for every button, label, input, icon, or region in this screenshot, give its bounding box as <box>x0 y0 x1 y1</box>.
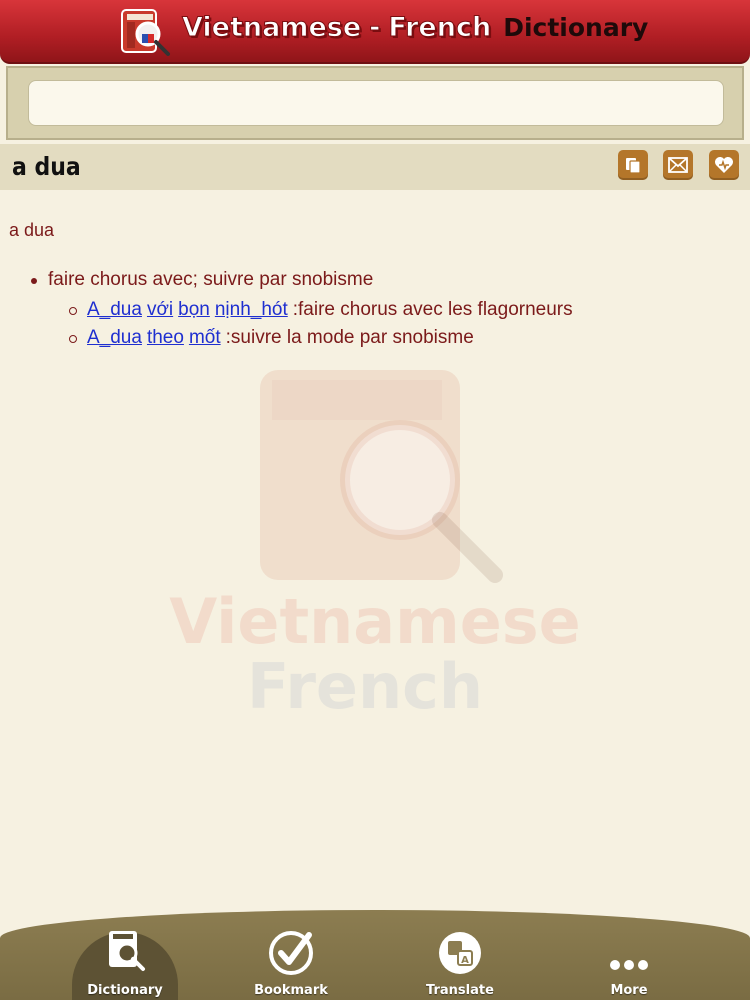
example-word-link[interactable]: nịnh_hót <box>215 299 288 320</box>
tab-label: Translate <box>426 983 494 998</box>
example-item: A_dua theo mốt:suivre la mode par snobisme <box>69 324 738 352</box>
tab-more[interactable]: More <box>574 910 684 1000</box>
title-language-2: French <box>388 12 492 44</box>
more-dots-icon <box>610 960 648 970</box>
example-word-link[interactable]: theo <box>147 327 184 348</box>
definition-content: Vietnamese French a dua faire chorus ave… <box>0 190 750 910</box>
email-button[interactable] <box>663 150 693 180</box>
bottom-tab-bar: Dictionary Bookmark A Translate More <box>0 910 750 1000</box>
example-translation: :suivre la mode par snobisme <box>225 327 474 348</box>
dictionary-logo-icon <box>121 9 170 56</box>
search-bar <box>6 66 744 140</box>
example-word-link[interactable]: A_dua <box>87 299 142 320</box>
dictionary-icon <box>109 931 145 971</box>
search-input[interactable] <box>28 80 724 126</box>
word-title: a dua <box>12 152 81 181</box>
example-translation: :faire chorus avec les flagorneurs <box>292 299 573 320</box>
example-word-link[interactable]: với <box>147 299 173 320</box>
tab-translate[interactable]: A Translate <box>405 910 515 1000</box>
app-header: Vietnamese - French Dictionary <box>0 0 750 64</box>
svg-text:A: A <box>461 955 469 966</box>
heart-icon <box>715 157 733 173</box>
watermark-book-icon <box>260 370 503 583</box>
definition-list: faire chorus avec; suivre par snobisme A… <box>31 268 738 352</box>
favorite-button[interactable] <box>709 150 739 180</box>
translate-icon: A <box>439 932 481 974</box>
definition-meaning: faire chorus avec; suivre par snobisme <box>48 269 374 290</box>
title-language-1: Vietnamese <box>181 12 362 44</box>
tab-bookmark[interactable]: Bookmark <box>236 910 346 1000</box>
watermark-line-2: French <box>246 650 484 723</box>
word-header-bar: a dua <box>0 144 750 190</box>
entry-headword: a dua <box>9 220 55 240</box>
app-title: Vietnamese - French Dictionary <box>181 12 649 52</box>
copy-button[interactable] <box>618 150 648 180</box>
copy-icon <box>626 158 641 174</box>
checkmark-icon <box>269 931 313 975</box>
example-word-link[interactable]: A_dua <box>87 327 142 348</box>
tab-label: More <box>610 983 648 998</box>
title-separator: - <box>369 12 381 44</box>
tab-label: Dictionary <box>87 983 163 998</box>
tab-dictionary[interactable]: Dictionary <box>70 910 180 1000</box>
definition-item: faire chorus avec; suivre par snobisme A… <box>31 268 738 352</box>
example-list: A_dua với bọn nịnh_hót:faire chorus avec le… <box>69 296 738 352</box>
title-dictionary: Dictionary <box>503 13 649 42</box>
tab-label: Bookmark <box>254 983 328 998</box>
example-item: A_dua với bọn nịnh_hót:faire chorus avec le… <box>69 296 738 324</box>
example-word-link[interactable]: bọn <box>178 299 210 320</box>
example-word-link[interactable]: mốt <box>189 327 221 348</box>
mail-icon <box>668 157 688 173</box>
watermark-line-1: Vietnamese <box>169 585 581 658</box>
